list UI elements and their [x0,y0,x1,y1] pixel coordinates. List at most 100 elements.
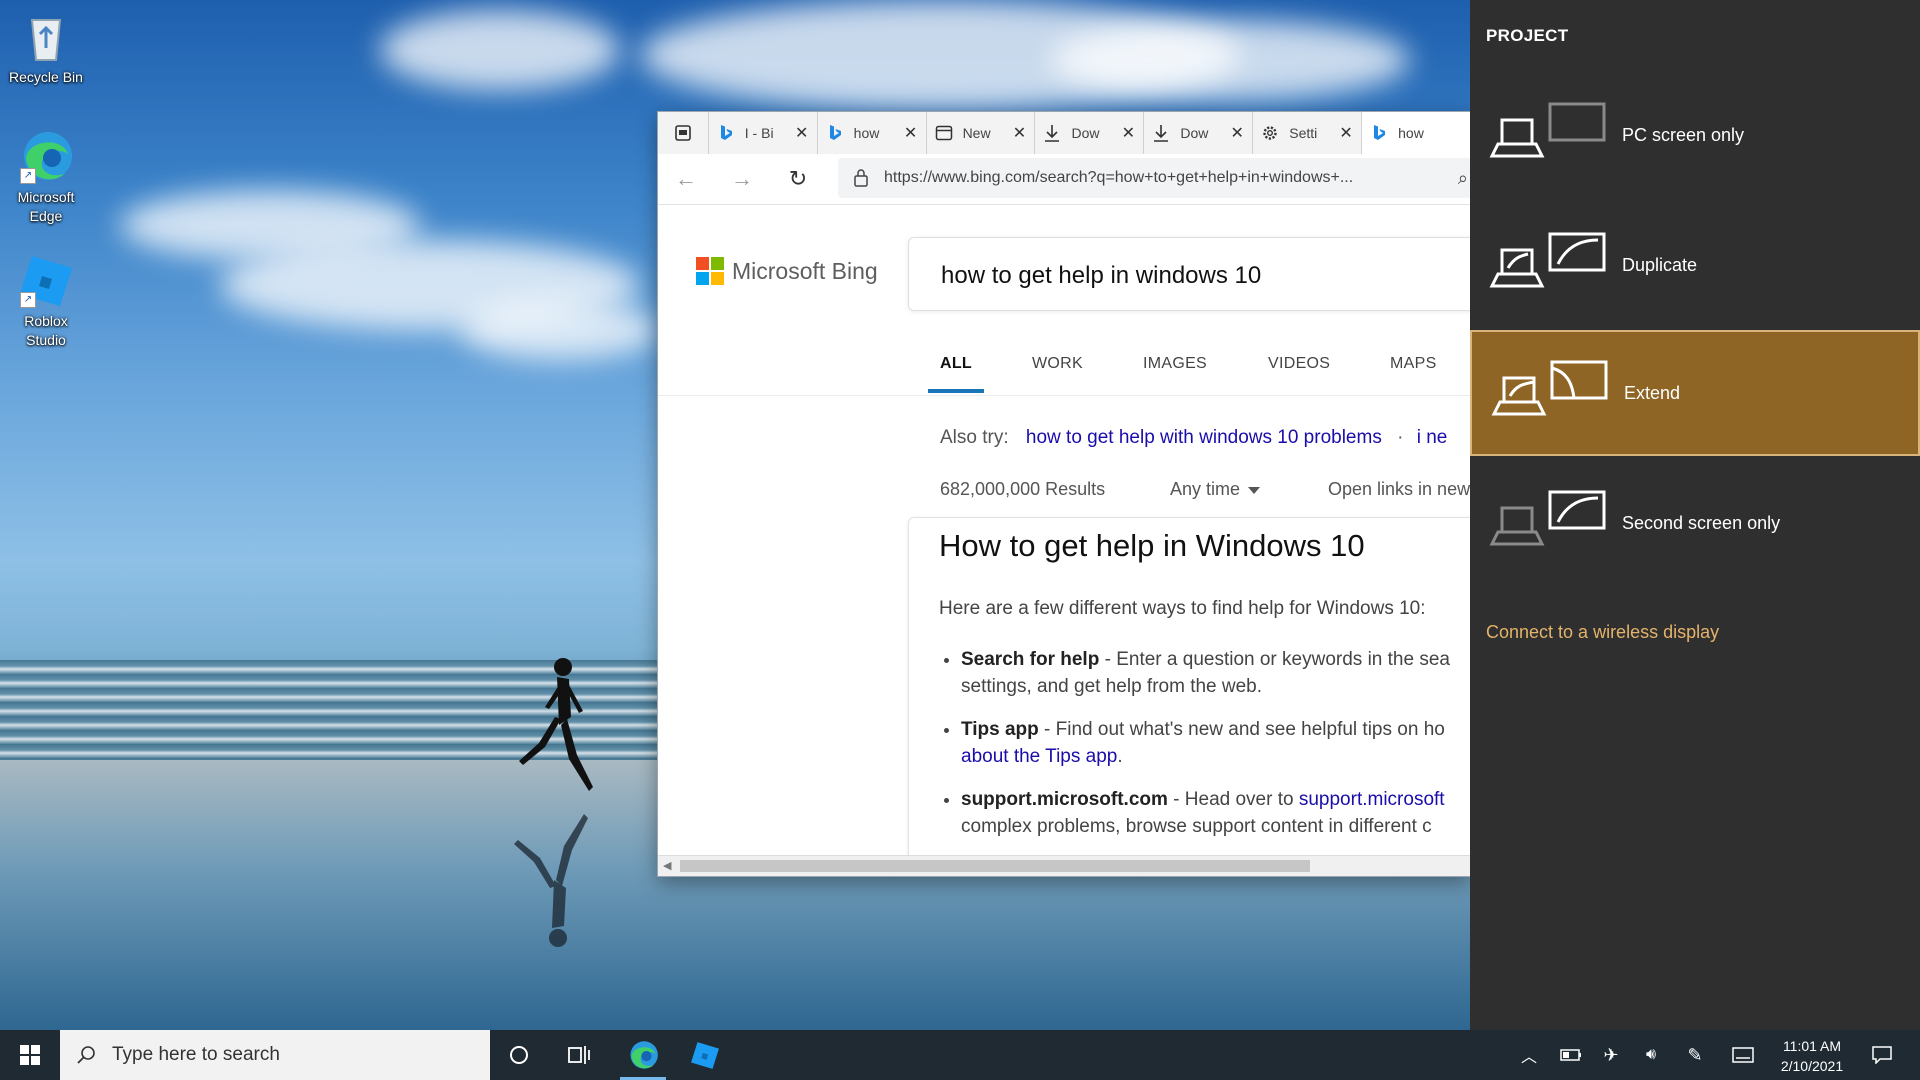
also-try-label: Also try: [940,427,1009,448]
list-item: Tips app - Find out what's new and see h… [961,716,1470,770]
desktop-icon-label: Recycle Bin [9,69,83,85]
search-query[interactable]: how to get help in windows 10 [941,262,1261,290]
bing-icon [829,125,841,140]
desktop-icon-edge[interactable]: ↗ Microsoft Edge [0,128,92,226]
close-tab-icon[interactable]: ✕ [904,123,918,143]
desktop-icon-label: Microsoft Edge [17,189,75,224]
airplane-mode-button[interactable]: ✈ [1594,1030,1628,1080]
action-center-button[interactable] [1862,1030,1902,1080]
tab-title: how [1398,125,1424,141]
project-pane: PROJECT PC screen only Duplicate Extend … [1470,0,1920,1030]
close-tab-icon[interactable]: ✕ [1121,123,1135,143]
bing-logo[interactable]: Microsoft Bing [696,257,878,285]
desktop-icon-roblox-studio[interactable]: ↗ Roblox Studio [0,252,92,350]
list-item: Search for help - Enter a question or ke… [961,646,1470,700]
item-text: - Find out what's new and see helpful ti… [1038,719,1445,740]
url-text: https://www.bing.com/search?q=how+to+get… [884,169,1354,186]
scope-images[interactable]: IMAGES [1143,355,1207,373]
item-text: . [1117,746,1123,767]
close-tab-icon[interactable]: ✕ [1339,123,1353,143]
close-tab-icon[interactable]: ✕ [795,123,809,143]
any-time-filter[interactable]: Any time [1170,479,1261,500]
project-title: PROJECT [1486,26,1569,45]
also-try-separator: · [1397,427,1404,448]
item-link[interactable]: about the Tips app [961,746,1117,767]
tab-title: Dow [1180,125,1209,141]
scroll-left-icon[interactable]: ◀ [663,859,671,872]
edge-browser-window[interactable]: I - Bi ✕ how ✕ New ✕ Dow ✕ Dow ✕ Setti ✕… [658,112,1470,876]
tab-downloads-2[interactable]: Dow ✕ [1143,112,1252,154]
item-link[interactable]: support.microsoft [1299,789,1445,810]
refresh-button[interactable]: ↻ [770,154,826,204]
bing-results-page: Microsoft Bing how to get help in window… [658,205,1470,865]
zoom-icon[interactable]: ⌕ [1458,168,1468,189]
cortana-button[interactable] [490,1030,548,1080]
close-tab-icon[interactable]: ✕ [1230,123,1244,143]
battery-button[interactable] [1554,1030,1588,1080]
tab-settings[interactable]: Setti ✕ [1252,112,1361,154]
horizontal-scrollbar[interactable]: ◀ [658,855,1470,876]
item-heading: Search for help [961,649,1100,670]
clock[interactable]: 11:01 AM 2/10/2021 [1770,1036,1854,1076]
desktop-icon-recycle-bin[interactable]: Recycle Bin [0,8,92,87]
open-links-toggle[interactable]: Open links in new [1328,479,1470,500]
scope-work[interactable]: WORK [1032,355,1083,373]
tab-bing-2[interactable]: how ✕ [816,112,926,154]
close-tab-icon[interactable]: ✕ [1012,123,1026,143]
lock-icon [854,169,868,187]
address-bar[interactable]: https://www.bing.com/search?q=how+to+get… [838,158,1470,198]
project-option-second-screen-only[interactable]: Second screen only [1470,460,1920,586]
taskbar-edge-button[interactable] [614,1030,672,1080]
shortcut-arrow-icon: ↗ [20,292,36,308]
start-button[interactable] [0,1030,60,1080]
refresh-icon: ↻ [788,166,808,191]
pen-workspace-button[interactable]: ✎ [1678,1030,1712,1080]
forward-button[interactable]: → [714,154,770,204]
also-try-link-2[interactable]: i ne [1417,427,1448,448]
airplane-icon: ✈ [1603,1044,1619,1065]
back-button[interactable]: ← [658,154,714,204]
tab-bing-1[interactable]: I - Bi ✕ [707,112,817,154]
scope-maps[interactable]: MAPS [1390,355,1437,373]
search-icon [77,1046,95,1064]
also-try-link[interactable]: how to get help with windows 10 problems [1026,427,1382,448]
scrollbar-thumb[interactable] [680,860,1310,872]
answer-title: How to get help in Windows 10 [939,528,1365,563]
microsoft-logo-icon [696,257,724,285]
tab-downloads-1[interactable]: Dow ✕ [1034,112,1143,154]
touch-keyboard-button[interactable] [1726,1030,1760,1080]
project-option-extend[interactable]: Extend [1470,330,1920,456]
scope-videos[interactable]: VIDEOS [1268,355,1330,373]
bing-icon [1374,125,1386,140]
scope-all[interactable]: ALL [940,355,972,373]
item-text: settings, and get help from the web. [961,676,1263,697]
volume-button[interactable]: 🔊︎ [1634,1030,1668,1080]
project-option-duplicate[interactable]: Duplicate [1470,202,1920,328]
roblox-studio-icon [691,1042,719,1069]
answer-list: Search for help - Enter a question or ke… [939,646,1470,856]
tab-title: I - Bi [744,125,774,141]
desktop-icon-label: Roblox Studio [24,313,68,348]
search-box[interactable]: how to get help in windows 10 [908,237,1470,311]
project-option-pc-screen-only[interactable]: PC screen only [1470,72,1920,198]
duplicate-icon [1489,232,1606,288]
option-label: Extend [1624,382,1681,403]
connect-wireless-display-link[interactable]: Connect to a wireless display [1486,622,1719,643]
show-hidden-icons-button[interactable]: ︿ [1514,1030,1544,1080]
chevron-up-icon: ︿ [1520,1049,1537,1066]
taskbar-roblox-studio-button[interactable] [676,1030,734,1080]
item-text: - Head over to [1167,789,1299,810]
cortana-icon [510,1046,528,1064]
task-view-button[interactable] [550,1030,608,1080]
tab-bing-active[interactable]: how [1361,112,1470,154]
notifications-icon [1872,1046,1892,1064]
clock-time: 11:01 AM [1782,1038,1842,1054]
browser-toolbar: ← → ↻ https://www.bing.com/search?q=how+… [658,154,1470,205]
tab-actions-button[interactable] [658,112,708,154]
answer-intro: Here are a few different ways to find he… [939,598,1426,619]
results-count: 682,000,000 Results [940,479,1106,499]
tab-new-tab[interactable]: New ✕ [925,112,1035,154]
taskbar-search-box[interactable]: Type here to search [60,1030,490,1080]
tab-title: how [853,125,880,141]
clock-date: 2/10/2021 [1780,1058,1844,1074]
